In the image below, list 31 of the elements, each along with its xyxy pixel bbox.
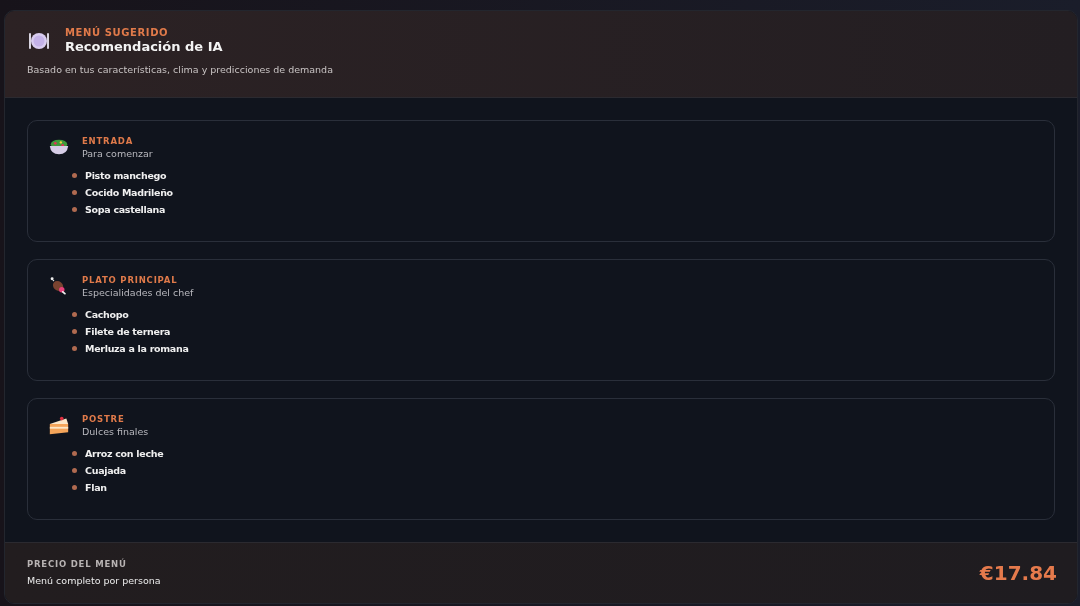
dish-name: Cocido Madrileño <box>85 186 173 198</box>
bullet-icon <box>72 206 77 212</box>
course-subtitle: Dulces finales <box>82 425 149 437</box>
bullet-icon <box>72 189 77 195</box>
course-subtitle: Especialidades del chef <box>82 286 194 298</box>
dish-name: Cachopo <box>85 308 129 320</box>
bullet-icon <box>72 345 77 351</box>
course-label: POSTRE <box>82 413 126 424</box>
dish-name: Sopa castellana <box>85 203 166 215</box>
dish-name: Cuajada <box>85 464 126 476</box>
course-label: PLATO PRINCIPAL <box>82 274 179 285</box>
cake-slice-icon <box>48 414 70 437</box>
dish-name: Merluza a la romana <box>85 342 189 354</box>
bullet-icon <box>72 484 77 490</box>
bullet-icon <box>72 172 77 178</box>
bullet-icon <box>72 467 77 473</box>
course-subtitle: Para comenzar <box>82 147 153 159</box>
section-label: MENÚ SUGERIDO <box>65 27 170 38</box>
price-label: PRECIO DEL MENÚ <box>27 559 128 570</box>
bullet-icon <box>72 328 77 334</box>
dish-name: Arroz con leche <box>85 447 164 459</box>
bullet-icon <box>72 311 77 317</box>
course-label: ENTRADA <box>82 135 135 146</box>
price-note: Menú completo por persona <box>27 575 161 587</box>
dish-name: Filete de ternera <box>85 325 171 337</box>
bullet-icon <box>72 450 77 456</box>
menu-price: €17.84 <box>979 560 1057 585</box>
dish-name: Flan <box>85 481 107 493</box>
dish-name: Pisto manchego <box>85 169 167 181</box>
card-title: Recomendación de IA <box>65 39 223 54</box>
card-subtitle: Basado en tus características, clima y predicciones de demanda <box>27 64 334 75</box>
